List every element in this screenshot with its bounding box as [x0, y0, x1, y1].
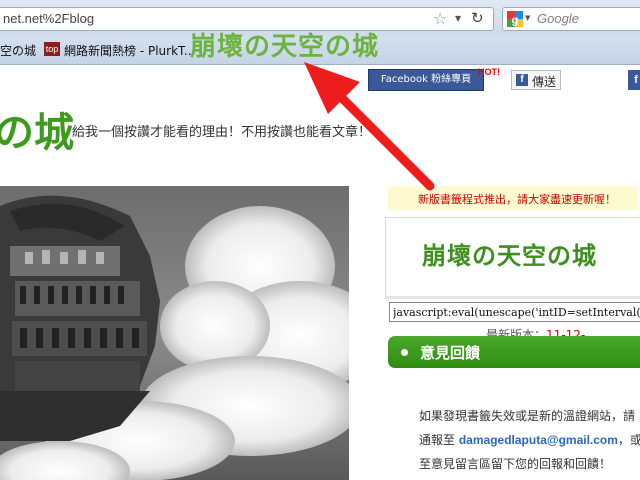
- google-icon[interactable]: g: [507, 11, 523, 27]
- feedback-heading: 意見回饋: [420, 344, 481, 362]
- bookmark-star-icon[interactable]: ☆: [433, 9, 447, 28]
- castle-in-sky-illustration: [0, 186, 349, 480]
- facebook-icon[interactable]: f: [628, 70, 640, 90]
- bookmark-item-plurk-news[interactable]: 網路新聞熱榜 - PlurkT...: [64, 42, 195, 59]
- bookmark-item-sky-castle[interactable]: 空の城: [0, 42, 36, 59]
- hot-badge: HOT!: [478, 67, 500, 77]
- search-placeholder: Google: [537, 11, 579, 26]
- feedback-email-link[interactable]: damagedlaputa@gmail.com: [459, 433, 618, 447]
- top-favicon-icon: top: [44, 42, 60, 56]
- feedback-line-2: 通報至 damagedlaputa@gmail.com，或: [419, 428, 640, 452]
- share-label: 傳送: [532, 75, 557, 89]
- bookmarklet-code-field[interactable]: [389, 302, 640, 322]
- bookmarklet-title[interactable]: 崩壞の天空の城: [422, 236, 597, 271]
- feedback-line-1: 如果發現書籤失效或是新的溫證網站，請: [419, 409, 636, 423]
- update-notice-text: 新版書籤程式推出，請大家盡速更新喔！: [418, 193, 616, 206]
- feedback-line-3: 至意見留言區留下您的回報和回饋！: [419, 457, 612, 471]
- url-dropdown-icon[interactable]: ▼: [455, 14, 461, 23]
- feedback-header: 意見回饋: [388, 336, 640, 368]
- site-slogan: 給我一個按讚才能看的理由！不用按讚也能看文章！: [72, 125, 372, 140]
- reload-icon[interactable]: ↻: [471, 9, 484, 27]
- search-box[interactable]: g ▼ Google: [502, 7, 640, 31]
- facebook-icon: f: [516, 74, 528, 86]
- facebook-share-button[interactable]: f 傳送: [511, 70, 561, 90]
- feedback-suffix: ，或: [617, 433, 640, 447]
- overlay-title: 崩壞の天空の城: [190, 32, 380, 62]
- bullet-icon: [401, 349, 408, 356]
- feedback-text: 如果發現書籤失效或是新的溫證網站，請 通報至 damagedlaputa@gma…: [419, 404, 640, 476]
- feedback-prefix: 通報至: [419, 433, 456, 447]
- svg-text:g: g: [512, 15, 519, 27]
- update-notice[interactable]: 新版書籤程式推出，請大家盡速更新喔！: [388, 186, 638, 210]
- bookmarklet-box[interactable]: 崩壞の天空の城: [385, 217, 640, 299]
- site-logo[interactable]: の城: [0, 100, 74, 158]
- search-engine-dropdown-icon[interactable]: ▼: [525, 14, 530, 22]
- address-bar-text: net.net%2Fblog: [3, 11, 95, 26]
- facebook-fans-button[interactable]: Facebook 粉絲專頁: [368, 69, 484, 91]
